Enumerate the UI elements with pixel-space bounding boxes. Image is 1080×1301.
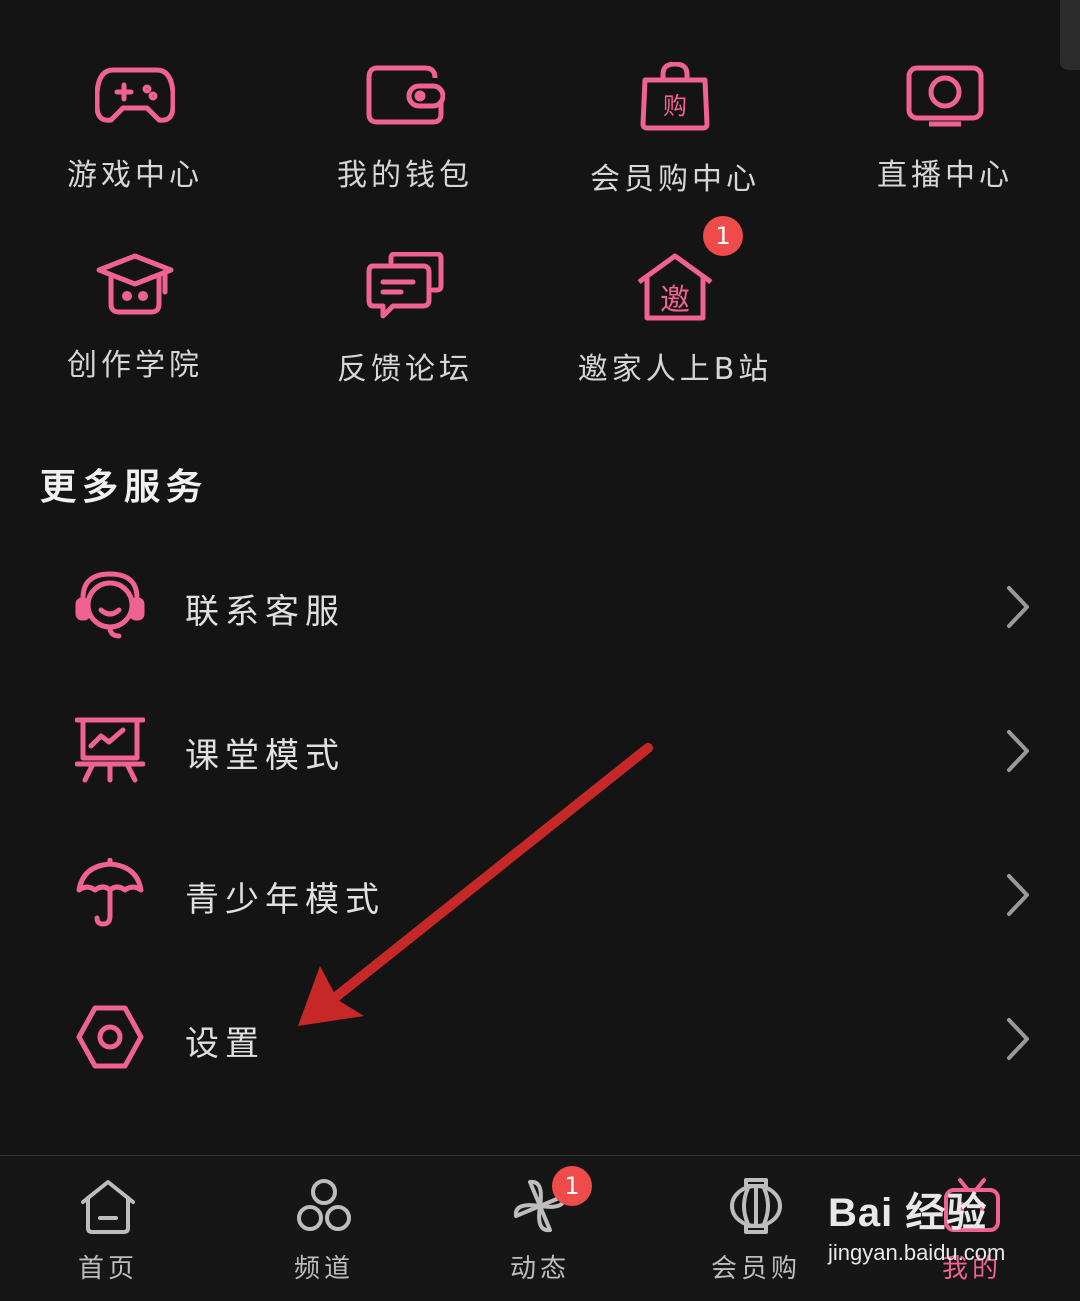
chevron-right-icon xyxy=(1007,586,1029,628)
gamepad-icon xyxy=(95,67,175,123)
chat-bubbles-icon xyxy=(366,252,444,319)
headset-icon xyxy=(75,571,145,639)
scrollbar[interactable] xyxy=(1060,0,1080,70)
invite-house-icon: 邀 xyxy=(637,253,713,321)
nav-home[interactable]: 首页 xyxy=(0,1156,216,1301)
grid-label: 邀家人上B站 xyxy=(577,352,773,387)
settings-hexagon-icon xyxy=(76,1005,144,1069)
row-label: 课堂模式 xyxy=(185,736,345,776)
notification-badge: 1 xyxy=(703,216,743,256)
notification-badge: 1 xyxy=(552,1166,592,1206)
grid-label: 我的钱包 xyxy=(337,158,473,193)
lantern-icon xyxy=(730,1178,782,1234)
row-contact-support[interactable]: 联系客服 xyxy=(0,548,1080,668)
section-title-more-services: 更多服务 xyxy=(40,467,209,508)
nav-dynamics[interactable]: 1 动态 xyxy=(432,1156,648,1301)
svg-text:邀: 邀 xyxy=(660,283,690,318)
wallet-icon xyxy=(366,65,445,125)
tv-live-icon xyxy=(906,65,984,127)
row-teen-mode[interactable]: 青少年模式 xyxy=(0,836,1080,956)
row-settings[interactable]: 设置 xyxy=(0,980,1080,1100)
chevron-right-icon xyxy=(1007,730,1029,772)
grid-item-vip-mall[interactable]: 购 会员购中心 xyxy=(540,62,810,198)
grid-label: 直播中心 xyxy=(877,158,1013,193)
row-label: 联系客服 xyxy=(185,592,345,632)
grid-item-invite-family[interactable]: 邀 1 邀家人上B站 xyxy=(540,216,810,388)
row-label: 青少年模式 xyxy=(185,880,385,920)
channels-icon xyxy=(297,1179,351,1231)
grid-item-feedback-forum[interactable]: 反馈论坛 xyxy=(270,252,540,388)
classroom-board-icon xyxy=(75,717,145,783)
graduation-cap-icon xyxy=(96,253,174,315)
baidu-jingyan-watermark: Bai 经验 jingyan.baidu.com xyxy=(828,1180,1028,1280)
watermark-logo: Bai 经验 xyxy=(828,1191,988,1235)
grid-item-wallet[interactable]: 我的钱包 xyxy=(270,62,540,194)
grid-label: 游戏中心 xyxy=(67,158,203,193)
nav-channels[interactable]: 频道 xyxy=(216,1156,432,1301)
chevron-right-icon xyxy=(1007,874,1029,916)
watermark-url: jingyan.baidu.com xyxy=(828,1240,1006,1265)
grid-label: 反馈论坛 xyxy=(337,352,473,387)
grid-item-creator-academy[interactable]: 创作学院 xyxy=(0,252,270,384)
home-icon xyxy=(81,1180,135,1234)
nav-label: 首页 xyxy=(77,1254,138,1284)
umbrella-icon xyxy=(76,858,144,927)
chevron-right-icon xyxy=(1007,1018,1029,1060)
svg-text:购: 购 xyxy=(663,92,687,120)
shopping-bag-icon: 购 xyxy=(640,62,710,131)
nav-label: 动态 xyxy=(509,1254,570,1284)
row-label: 设置 xyxy=(185,1024,265,1064)
grid-item-game-center[interactable]: 游戏中心 xyxy=(0,62,270,194)
nav-label: 频道 xyxy=(293,1254,354,1284)
grid-label: 会员购中心 xyxy=(590,162,760,197)
grid-label: 创作学院 xyxy=(67,348,203,383)
grid-item-live-center[interactable]: 直播中心 xyxy=(810,62,1080,194)
row-classroom-mode[interactable]: 课堂模式 xyxy=(0,692,1080,812)
